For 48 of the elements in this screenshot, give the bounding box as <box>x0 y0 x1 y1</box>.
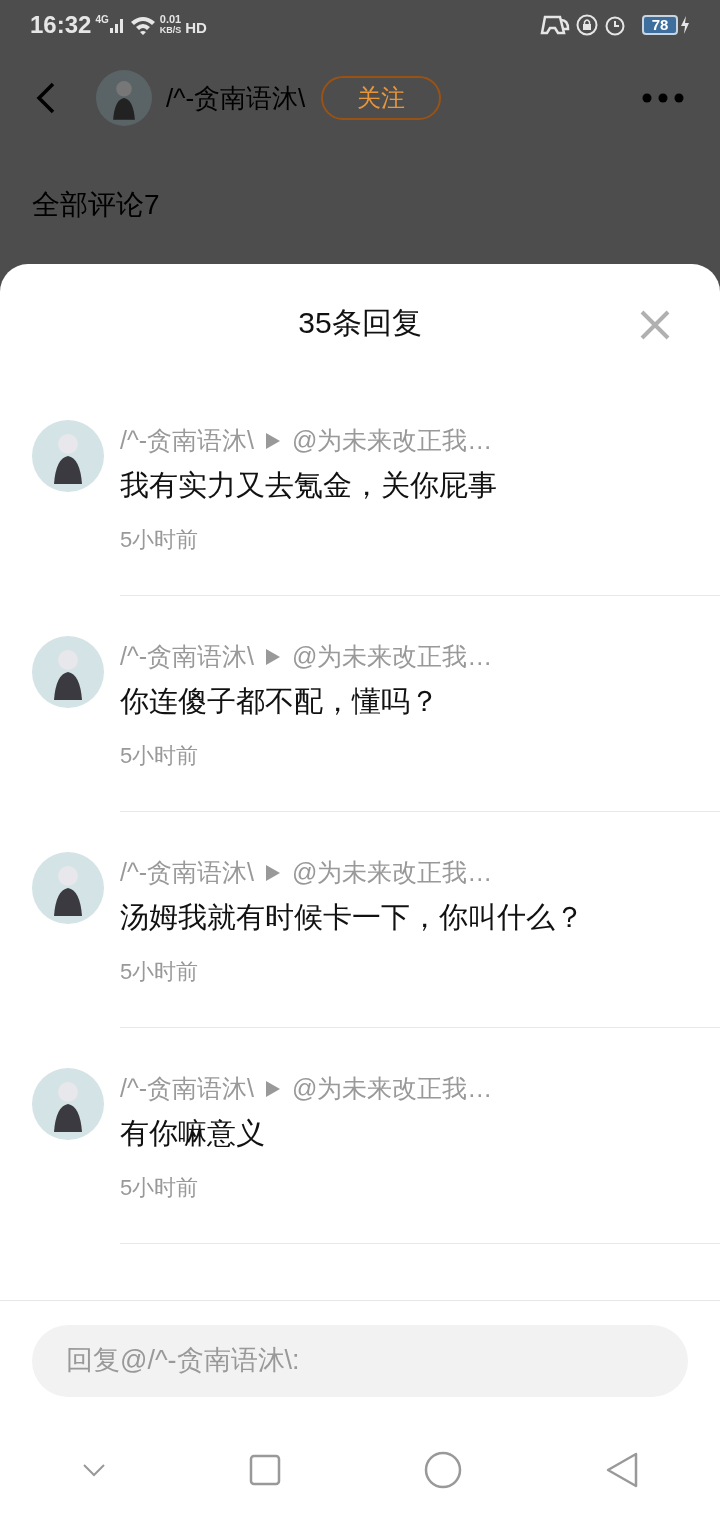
more-icon[interactable] <box>642 93 684 103</box>
reply-target[interactable]: @为未来改正我… <box>291 422 493 460</box>
play-icon <box>265 649 280 665</box>
avatar <box>32 852 104 924</box>
avatar <box>32 1068 104 1140</box>
avatar <box>32 420 104 492</box>
back-nav-icon[interactable] <box>604 1451 639 1489</box>
follow-button[interactable]: 关注 <box>321 76 442 120</box>
alarm-icon <box>604 14 626 36</box>
reply-time: 5小时前 <box>120 1174 200 1202</box>
reply-time: 5小时前 <box>120 526 200 554</box>
close-icon[interactable] <box>640 310 670 340</box>
reply-content: 我有实力又去氪金，关你屁事 <box>120 468 498 503</box>
play-icon <box>265 1081 280 1097</box>
reply-target[interactable]: @为未来改正我… <box>291 638 493 676</box>
network-label: 4G <box>95 13 109 27</box>
recents-icon[interactable] <box>248 1454 281 1486</box>
user-name: /^-贪南语沐\ <box>166 81 306 115</box>
lock-icon <box>576 14 598 36</box>
reply-author[interactable]: /^-贪南语沐\ <box>120 638 254 676</box>
reply-content: 你连傻子都不配，懂吗？ <box>120 684 440 719</box>
reply-author[interactable]: /^-贪南语沐\ <box>120 422 254 460</box>
avatar <box>96 70 152 126</box>
reply-author[interactable]: /^-贪南语沐\ <box>120 1070 254 1108</box>
battery-level: 78 <box>642 15 678 35</box>
reply-author[interactable]: /^-贪南语沐\ <box>120 854 254 892</box>
home-icon[interactable] <box>423 1451 462 1489</box>
play-icon <box>265 433 280 449</box>
comments-heading: 全部评论7 <box>32 188 161 222</box>
status-time: 16:32 <box>30 10 92 40</box>
charging-icon <box>680 16 690 34</box>
hd-label: HD <box>185 17 207 38</box>
chevron-down-icon[interactable] <box>81 1463 106 1477</box>
signal-icon <box>109 17 124 33</box>
reply-content: 汤姆我就有时候卡一下，你叫什么？ <box>120 900 585 935</box>
reply-target[interactable]: @为未来改正我… <box>291 854 493 892</box>
back-icon[interactable] <box>36 82 56 114</box>
network-speed: 0.01 <box>159 14 182 25</box>
sheet-title: 35条回复 <box>298 304 422 341</box>
reply-time: 5小时前 <box>120 958 200 986</box>
wifi-icon <box>129 15 156 35</box>
speed-unit: KB/S <box>159 25 182 36</box>
reply-input[interactable]: 回复@/^-贪南语沐\: <box>32 1324 688 1397</box>
avatar <box>32 636 104 708</box>
reply-time: 5小时前 <box>120 742 200 770</box>
reply-target[interactable]: @为未来改正我… <box>291 1070 493 1108</box>
play-icon <box>265 865 280 881</box>
reply-content: 有你嘛意义 <box>120 1116 266 1151</box>
